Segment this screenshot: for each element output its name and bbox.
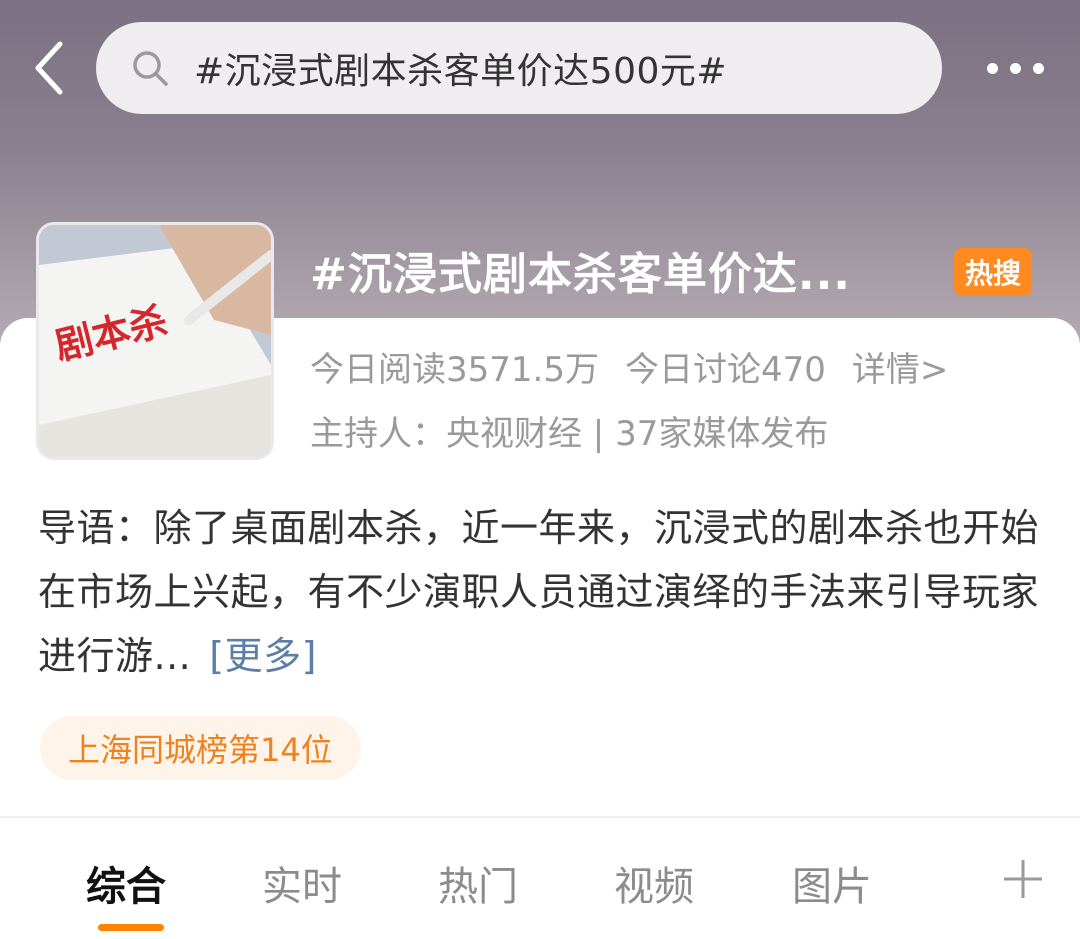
host-info: 主持人：央视财经 | 37家媒体发布: [310, 414, 829, 454]
add-tab-button[interactable]: [1002, 858, 1044, 900]
tab-hot[interactable]: 热门: [438, 854, 518, 912]
search-query: #沉浸式剧本杀客单价达500元#: [194, 51, 728, 92]
chevron-left-icon: [35, 41, 63, 95]
active-tab-indicator: [98, 924, 164, 931]
intro-text: 导语：除了桌面剧本杀，近一年来，沉浸式的剧本杀也开始在市场上兴起，有不少演职人员…: [38, 506, 1040, 678]
back-button[interactable]: [22, 40, 76, 96]
thumbnail-image: 剧本杀: [39, 225, 271, 457]
rank-chip[interactable]: 上海同城榜第14位: [40, 716, 361, 780]
search-icon: [130, 48, 170, 88]
hot-badge: 热搜: [954, 248, 1032, 296]
tab-video[interactable]: 视频: [614, 854, 694, 912]
tab-realtime[interactable]: 实时: [262, 854, 342, 912]
tab-comprehensive[interactable]: 综合: [86, 854, 166, 912]
today-reads: 今日阅读3571.5万: [310, 350, 599, 390]
more-button[interactable]: [970, 44, 1060, 92]
divider: [0, 816, 1080, 818]
topic-title: #沉浸式剧本杀客单价达...: [310, 249, 852, 300]
topic-intro: 导语：除了桌面剧本杀，近一年来，沉浸式的剧本杀也开始在市场上兴起，有不少演职人员…: [38, 496, 1048, 688]
more-link[interactable]: [更多]: [209, 634, 317, 678]
plus-icon: [1004, 860, 1042, 898]
tab-images[interactable]: 图片: [792, 854, 872, 912]
today-discussions: 今日讨论470: [624, 350, 826, 390]
details-link[interactable]: 详情>: [852, 342, 949, 391]
tab-bar: 综合 实时 热门 视频 图片: [0, 836, 1080, 936]
topic-stats: 今日阅读3571.5万 今日讨论470 详情>: [310, 342, 948, 391]
search-bar[interactable]: #沉浸式剧本杀客单价达500元#: [96, 22, 942, 114]
more-dots-icon: [986, 62, 998, 74]
topic-thumbnail: 剧本杀: [36, 222, 274, 460]
